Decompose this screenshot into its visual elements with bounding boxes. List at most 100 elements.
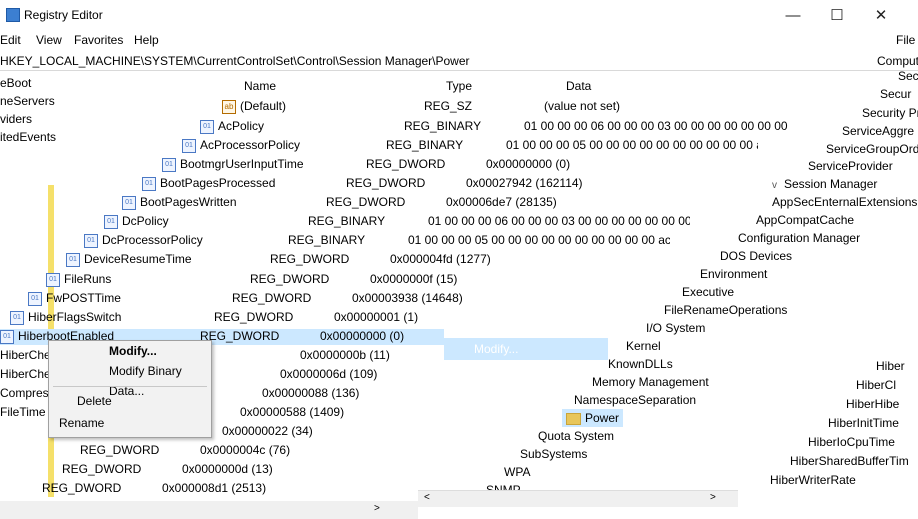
value-row[interactable]: 01 DcPolicy (104, 212, 169, 230)
value-row[interactable]: 01 FileRuns (46, 270, 111, 288)
tree-partial-item[interactable]: eBoot (0, 74, 31, 92)
value-data: 0x0000000d (13) (182, 462, 273, 476)
tree-item[interactable]: KnownDLLs (608, 355, 673, 373)
scroll-left-icon[interactable]: < (424, 492, 430, 503)
tree-item[interactable]: NamespaceSeparation (574, 391, 696, 409)
value-data: 0x000008d1 (2513) (162, 481, 267, 495)
scroll-right-icon[interactable]: > (374, 503, 380, 514)
tree-item[interactable]: Security Pr (862, 104, 918, 122)
value-data: 0x0000004c (76) (200, 443, 291, 457)
tree-item[interactable]: Secur (880, 85, 911, 103)
value-row-right[interactable]: HiberCl (856, 376, 896, 394)
close-button[interactable]: ✕ (858, 0, 904, 30)
tree-item[interactable]: Executive (682, 283, 734, 301)
value-data: 0x00000022 (34) (222, 424, 313, 438)
tree-item[interactable]: AppSecEnternalExtensions (772, 193, 917, 211)
value-row[interactable]: 01 BootPagesProcessed (142, 174, 275, 192)
value-row[interactable]: 01 AcPolicy (200, 117, 264, 135)
tree-partial-item[interactable]: viders (0, 110, 32, 128)
value-row-right[interactable]: HiberInitTime (828, 414, 899, 432)
value-row[interactable]: 01 DcProcessorPolicy (84, 231, 203, 249)
value-data: 0x000004fd (1277) (390, 252, 491, 266)
tree-item[interactable]: SubSystems (520, 445, 587, 463)
maximize-button[interactable]: ☐ (814, 0, 860, 30)
context-rename[interactable]: Rename (49, 413, 211, 433)
context-delete[interactable]: Delete (49, 391, 211, 411)
menu-help[interactable]: Help (134, 33, 159, 47)
value-type: REG_DWORD (346, 176, 426, 190)
menu-file[interactable]: File (896, 33, 915, 47)
value-row-right[interactable]: HiberHibe (846, 395, 899, 413)
tree-item[interactable]: AppCompatCache (756, 211, 854, 229)
tree-item[interactable]: FileRenameOperations (664, 301, 787, 319)
value-type: REG_DWORD (80, 443, 160, 457)
tree-item[interactable]: Configuration Manager (738, 229, 860, 247)
address-bar[interactable]: HKEY_LOCAL_MACHINE\SYSTEM\CurrentControl… (0, 51, 918, 71)
value-row-right[interactable]: HiberSharedBufferTim (790, 452, 918, 470)
value-row[interactable]: 01 HiberFlagsSwitch (10, 308, 121, 326)
column-header-name[interactable]: Name (244, 77, 276, 95)
tree-item[interactable]: DOS Devices (720, 247, 792, 265)
tree-item-session-manager[interactable]: v Session Manager (772, 175, 877, 193)
value-row[interactable]: ab (Default) (222, 97, 286, 115)
dword-value-icon: 01 (46, 272, 60, 287)
value-row[interactable]: 01 BootmgrUserInputTime (162, 155, 304, 173)
value-data: 01 00 00 00 05 00 00 00 00 00 00 00 00 0… (408, 233, 670, 247)
value-data: 0x00000000 (0) (320, 329, 405, 343)
menu-favorites[interactable]: Favorites (74, 33, 123, 47)
dword-value-icon: 01 (10, 310, 24, 325)
dword-value-icon: 01 (122, 195, 136, 210)
tree-item[interactable]: ServiceAggre (842, 122, 914, 140)
value-data: 0x0000000b (11) (300, 348, 390, 362)
dword-value-icon: 01 (0, 329, 14, 344)
drag-ghost-item: Modify... (444, 338, 608, 360)
menu-bar: Edit View Favorites Help File (0, 30, 918, 50)
menu-view[interactable]: View (36, 33, 62, 47)
tree-partial-item[interactable]: itedEvents (0, 128, 56, 146)
tree-item[interactable]: Memory Management (592, 373, 709, 391)
context-modify[interactable]: Modify... (49, 341, 211, 361)
value-data: 0x00000588 (1409) (240, 405, 345, 419)
tree-partial-item[interactable]: neServers (0, 92, 55, 110)
horizontal-scrollbar[interactable]: < > (418, 490, 738, 507)
string-value-icon: ab (222, 99, 236, 114)
tree-item-power-selected[interactable]: Power (562, 409, 624, 427)
title-bar: Registry Editor — ☐ ✕ (0, 0, 918, 30)
tree-item[interactable]: Environment (700, 265, 767, 283)
tree-item[interactable]: Kernel (626, 337, 661, 355)
value-type: REG_DWORD (62, 462, 142, 476)
tree-item[interactable]: ServiceProvider (808, 157, 893, 175)
value-row[interactable]: 01 AcProcessorPolicy (182, 136, 300, 154)
value-type: REG_DWORD (214, 310, 294, 324)
context-modify-binary[interactable]: Modify Binary Data... (49, 361, 211, 398)
value-type: REG_DWORD (270, 252, 350, 266)
value-type: REG_BINARY (288, 233, 366, 247)
scroll-right-icon[interactable]: > (710, 492, 716, 503)
value-row-right[interactable]: HiberIoCpuTime (808, 433, 895, 451)
binary-value-icon: 01 (182, 138, 196, 153)
value-data: 0x00000088 (136) (262, 386, 360, 400)
tree-item[interactable]: Sec (898, 67, 918, 85)
value-type: REG_BINARY (404, 119, 482, 133)
value-type: REG_DWORD (232, 291, 312, 305)
context-separator (53, 386, 207, 387)
tree-item[interactable]: I/O System (646, 319, 705, 337)
tree-item[interactable]: WPA (504, 463, 530, 481)
menu-edit[interactable]: Edit (0, 33, 21, 47)
horizontal-scrollbar-bottom[interactable]: > (0, 501, 418, 519)
value-data: (value not set) (544, 99, 621, 113)
value-row[interactable]: 01 DeviceResumeTime (66, 250, 192, 268)
value-type: REG_SZ (424, 99, 473, 113)
value-row[interactable]: 01 FwPOSTTime (28, 289, 121, 307)
value-type: REG_BINARY (386, 138, 464, 152)
minimize-button[interactable]: — (770, 0, 816, 30)
value-row-right[interactable]: Hiber (876, 357, 905, 375)
value-row[interactable]: 01 BootPagesWritten (122, 193, 237, 211)
tree-root-computer[interactable]: Computer (877, 54, 918, 68)
value-row[interactable]: FileTime (0, 403, 46, 421)
tree-item[interactable]: ServiceGroupOrd (826, 140, 918, 158)
column-header-data[interactable]: Data (566, 77, 591, 95)
column-header-type[interactable]: Type (446, 77, 472, 95)
tree-item[interactable]: Quota System (538, 427, 614, 445)
value-row-right[interactable]: HiberWriterRate (770, 471, 856, 489)
